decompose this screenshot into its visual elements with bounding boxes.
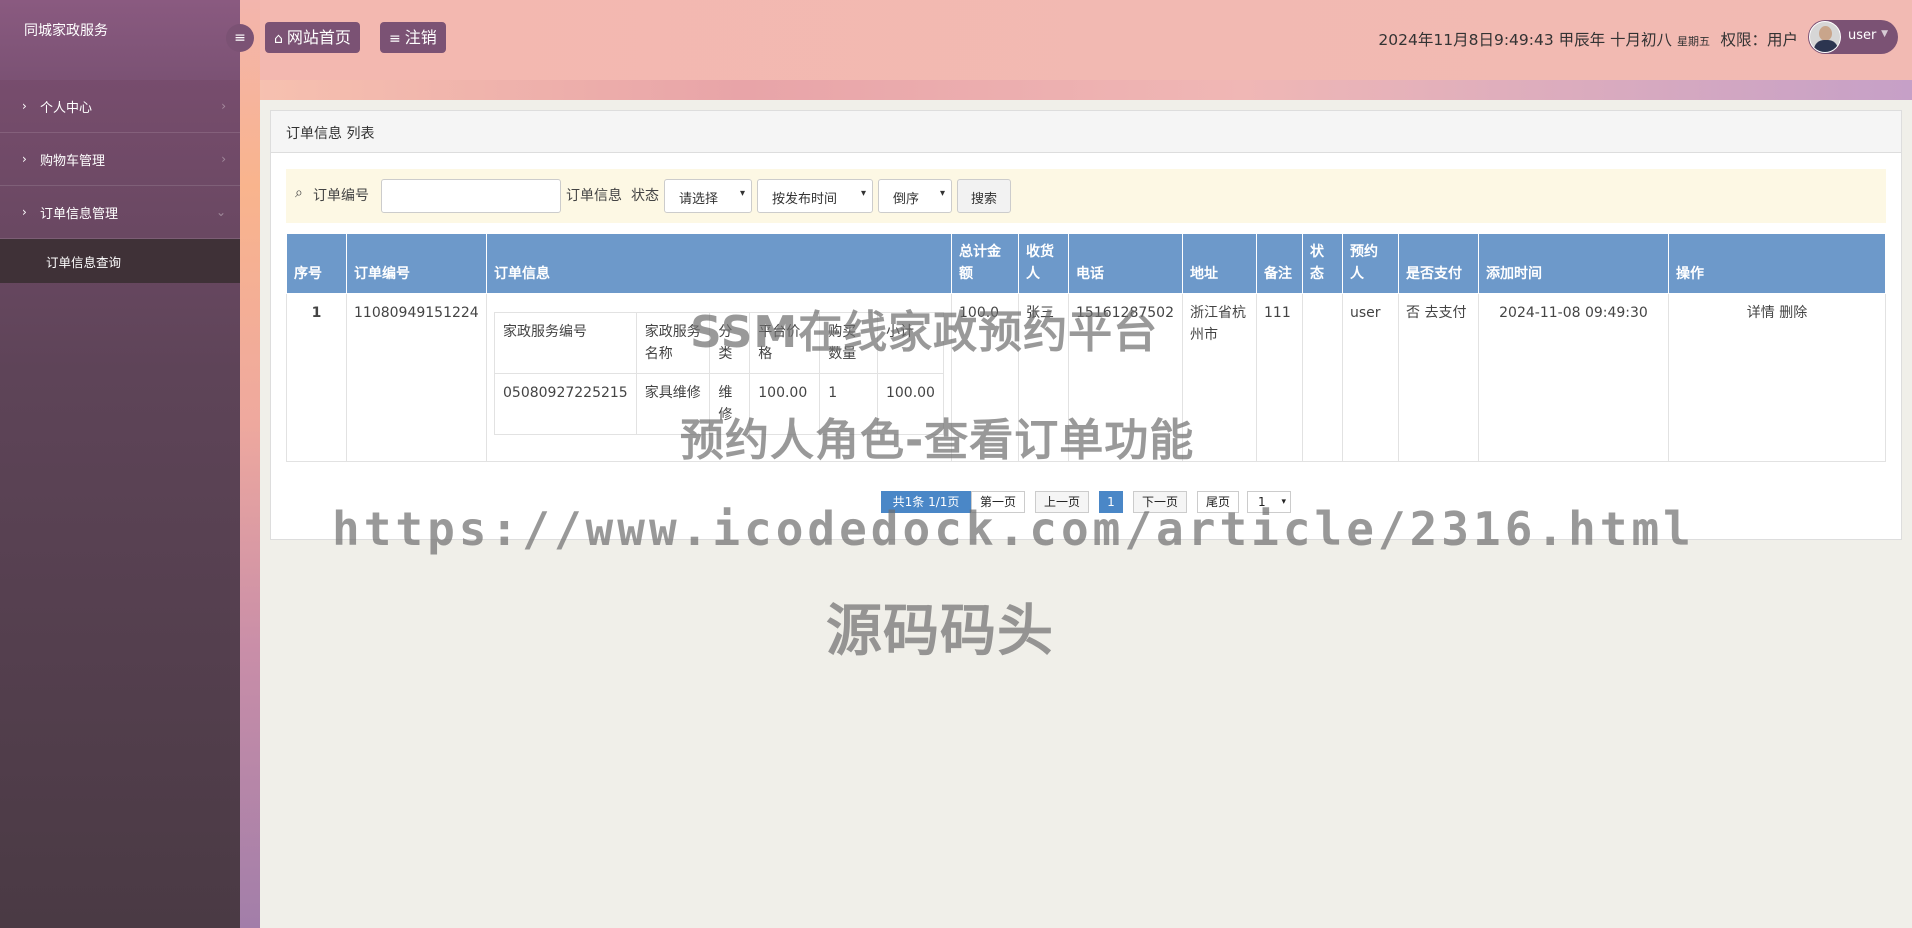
sort-select-value: 按发布时间 bbox=[772, 192, 838, 207]
chevron-down-icon: ▾ bbox=[860, 188, 866, 199]
column-header[interactable]: 状态 bbox=[1302, 233, 1343, 294]
chevron-down-icon: ▾ bbox=[739, 188, 745, 199]
menu-toggle-button[interactable]: ≡ bbox=[226, 24, 254, 52]
datetime-text: 2024年11月8日9:49:43 甲辰年 十月初八 bbox=[1378, 31, 1673, 49]
cell-booker: user bbox=[1342, 293, 1399, 462]
home-icon: ⌂ bbox=[274, 31, 283, 47]
order-select-value: 倒序 bbox=[893, 192, 920, 207]
cell-remark: 111 bbox=[1256, 293, 1303, 462]
table-header-row: 序号 订单编号 订单信息 总计金额 收货人 电话 地址 备注 状态 预约人 是否… bbox=[286, 233, 1886, 294]
column-header[interactable]: 操作 bbox=[1668, 233, 1886, 294]
sidebar-subitem-label: 订单信息查询 bbox=[46, 254, 122, 270]
cell-order-no: 11080949151224 bbox=[346, 293, 487, 462]
column-header[interactable]: 是否支付 bbox=[1398, 233, 1479, 294]
chevron-right-icon: › bbox=[221, 99, 226, 113]
avatar bbox=[1809, 21, 1841, 53]
order-select[interactable]: 倒序 ▾ bbox=[878, 179, 952, 213]
column-header[interactable]: 预约人 bbox=[1342, 233, 1399, 294]
panel-title: 订单信息 列表 bbox=[271, 111, 1901, 153]
sidebar-item-label: 购物车管理 bbox=[40, 153, 106, 169]
watermark-url: https://www.icodedock.com/article/2316.h… bbox=[332, 502, 1695, 556]
column-header[interactable]: 电话 bbox=[1068, 233, 1183, 294]
chevron-right-icon: › bbox=[22, 99, 27, 113]
user-menu[interactable]: user ▼ bbox=[1808, 20, 1898, 54]
cell-added-time: 2024-11-08 09:49:30 bbox=[1478, 293, 1669, 462]
cell-paid: 否 去支付 bbox=[1398, 293, 1479, 462]
chevron-down-icon: ▾ bbox=[939, 188, 945, 199]
sidebar-item-label: 订单信息管理 bbox=[40, 206, 119, 222]
sidebar-item-cart[interactable]: › 购物车管理 › bbox=[0, 133, 240, 186]
topbar-gradient bbox=[240, 80, 1912, 100]
weekday: 星期五 bbox=[1677, 35, 1710, 48]
sidebar-item-personal-center[interactable]: › 个人中心 › bbox=[0, 80, 240, 133]
column-header[interactable]: 订单编号 bbox=[346, 233, 487, 294]
watermark-subtitle: 预约人角色-查看订单功能 bbox=[680, 415, 1195, 466]
cell-index: 1 bbox=[286, 293, 347, 462]
detail-link[interactable]: 详情 bbox=[1747, 305, 1775, 321]
brand-title: 同城家政服务 bbox=[0, 0, 240, 80]
logout-button[interactable]: ≡ 注销 bbox=[380, 22, 446, 53]
inner-header: 家政服务编号 bbox=[494, 312, 637, 374]
sidebar-item-orders[interactable]: › 订单信息管理 ⌄ bbox=[0, 186, 240, 239]
status-select-value: 请选择 bbox=[679, 192, 719, 207]
watermark-title: SSM在线家政预约平台 bbox=[690, 307, 1159, 358]
permission-label: 权限：用户 bbox=[1720, 31, 1798, 49]
cell-status bbox=[1302, 293, 1343, 462]
logout-button-label: 注销 bbox=[404, 28, 437, 47]
hamburger-icon: ≡ bbox=[234, 30, 246, 46]
sidebar-item-label: 个人中心 bbox=[40, 100, 93, 116]
home-button-label: 网站首页 bbox=[286, 28, 351, 47]
status-label: 状态 bbox=[631, 188, 659, 204]
order-no-label: 订单编号 bbox=[313, 188, 369, 204]
inner-cell: 05080927225215 bbox=[494, 373, 637, 435]
chevron-right-icon: › bbox=[221, 152, 226, 166]
column-header[interactable]: 订单信息 bbox=[486, 233, 952, 294]
list-icon: ≡ bbox=[389, 31, 401, 47]
column-header[interactable]: 收货人 bbox=[1018, 233, 1069, 294]
column-header[interactable]: 序号 bbox=[286, 233, 347, 294]
chevron-down-icon: ⌄ bbox=[215, 205, 226, 219]
watermark-site: 源码码头 bbox=[826, 599, 1054, 664]
search-button[interactable]: 搜索 bbox=[957, 179, 1011, 213]
search-bar: ⌕ 订单编号 订单信息 状态 请选择 ▾ 按发布时间 ▾ 倒序 ▾ 搜索 bbox=[286, 169, 1886, 223]
column-header[interactable]: 总计金额 bbox=[951, 233, 1019, 294]
order-info-label: 订单信息 bbox=[566, 188, 622, 204]
order-no-input[interactable] bbox=[381, 179, 561, 213]
sort-select[interactable]: 按发布时间 ▾ bbox=[757, 179, 873, 213]
chevron-right-icon: › bbox=[22, 205, 27, 219]
sidebar: 同城家政服务 › 个人中心 › › 购物车管理 › › 订单信息管理 ⌄ 订单信… bbox=[0, 0, 240, 928]
home-button[interactable]: ⌂ 网站首页 bbox=[265, 22, 360, 53]
cell-actions: 详情 删除 bbox=[1668, 293, 1886, 462]
datetime: 2024年11月8日9:49:43 甲辰年 十月初八 星期五 bbox=[1378, 28, 1710, 50]
status-select[interactable]: 请选择 ▾ bbox=[664, 179, 752, 213]
caret-down-icon: ▼ bbox=[1881, 29, 1888, 39]
column-header[interactable]: 地址 bbox=[1182, 233, 1257, 294]
decorative-strip bbox=[240, 0, 260, 928]
delete-link[interactable]: 删除 bbox=[1779, 305, 1807, 321]
chevron-right-icon: › bbox=[22, 152, 27, 166]
column-header[interactable]: 添加时间 bbox=[1478, 233, 1669, 294]
pay-link[interactable]: 去支付 bbox=[1424, 305, 1466, 321]
username: user bbox=[1848, 28, 1877, 43]
column-header[interactable]: 备注 bbox=[1256, 233, 1303, 294]
paid-status: 否 bbox=[1406, 305, 1420, 321]
search-icon: ⌕ bbox=[295, 185, 303, 201]
sidebar-subitem-order-query[interactable]: 订单信息查询 bbox=[0, 239, 240, 283]
